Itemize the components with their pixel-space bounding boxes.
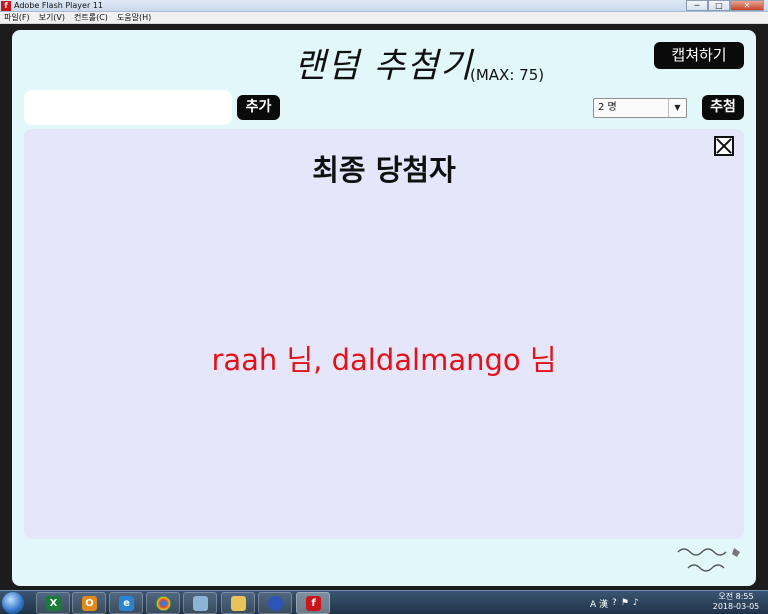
taskbar-app[interactable]: [183, 592, 217, 614]
app-title-wrap: 랜덤 추첨기: [0, 38, 768, 87]
clock-date: 2018-03-05: [712, 602, 760, 611]
winner-count-value: 2 명: [598, 102, 617, 113]
app2-icon: [268, 596, 283, 611]
menu-help[interactable]: 도움말(H): [117, 12, 151, 24]
window-title: Adobe Flash Player 11: [14, 1, 103, 10]
app-icon: [193, 596, 208, 611]
taskbar: X O e f A 漢 ? ⚑ ♪: [0, 590, 768, 614]
result-title: 최종 당첨자: [312, 153, 456, 187]
clock-time: 오전 8:55: [718, 592, 754, 601]
capture-button[interactable]: 캡쳐하기: [654, 42, 744, 69]
taskbar-chrome[interactable]: [146, 592, 180, 614]
app-title: 랜덤 추첨기: [294, 46, 474, 86]
brand-logo-art: [677, 548, 740, 572]
taskbar-outlook[interactable]: O: [72, 592, 106, 614]
max-count-label: (MAX: 75): [470, 66, 545, 84]
flash-icon: f: [306, 596, 321, 611]
draw-button[interactable]: 추첨: [702, 95, 744, 120]
ie-icon: e: [119, 596, 134, 611]
taskbar-app2[interactable]: [258, 592, 292, 614]
winner-count-select[interactable]: 2 명 ▼: [593, 98, 687, 118]
explorer-icon: [231, 596, 246, 611]
taskbar-explorer[interactable]: [221, 592, 255, 614]
menu-control[interactable]: 컨트롤(C): [74, 12, 108, 24]
taskbar-ie[interactable]: e: [109, 592, 143, 614]
brand-logo: [674, 544, 746, 578]
menu-view[interactable]: 보기(V): [39, 12, 65, 24]
maximize-button[interactable]: □: [708, 0, 730, 11]
close-icon[interactable]: [714, 136, 734, 156]
result-panel: 최종 당첨자 raah 님, daldalmango 님: [24, 129, 744, 539]
excel-icon: X: [46, 596, 61, 611]
winners-text: raah 님, daldalmango 님: [211, 343, 557, 377]
name-input[interactable]: [24, 90, 232, 125]
minimize-button[interactable]: ─: [686, 0, 708, 11]
outlook-icon: O: [82, 596, 97, 611]
start-button[interactable]: [2, 592, 24, 614]
close-window-button[interactable]: ✕: [730, 0, 764, 11]
window-controls: ─ □ ✕: [686, 0, 764, 11]
chevron-down-icon[interactable]: ▼: [668, 99, 686, 117]
menu-bar: 파일(F) 보기(V) 컨트롤(C) 도움말(H): [0, 12, 768, 24]
taskbar-excel[interactable]: X: [36, 592, 70, 614]
help-icon[interactable]: ?: [612, 598, 617, 608]
flash-app-icon: f: [1, 1, 11, 11]
system-tray: A 漢 ? ⚑ ♪: [590, 592, 639, 614]
volume-icon[interactable]: ♪: [633, 598, 639, 608]
ime-indicator[interactable]: A 漢: [590, 597, 608, 610]
add-button[interactable]: 추가: [237, 95, 280, 120]
window-titlebar: f Adobe Flash Player 11 ─ □ ✕: [0, 0, 768, 12]
menu-file[interactable]: 파일(F): [4, 12, 30, 24]
flag-icon[interactable]: ⚑: [621, 598, 629, 608]
taskbar-flash[interactable]: f: [296, 592, 330, 614]
chrome-icon: [156, 596, 171, 611]
taskbar-clock[interactable]: 오전 8:55 2018-03-05: [708, 592, 764, 612]
